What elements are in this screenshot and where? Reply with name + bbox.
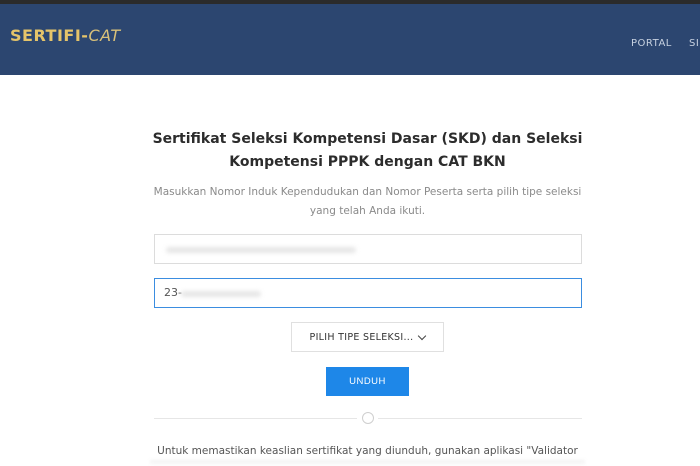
navbar: SERTIFI-CAT PORTAL SI	[0, 4, 700, 75]
nik-redacted-value	[166, 247, 356, 253]
nomor-peserta-input[interactable]: 23-	[154, 278, 582, 308]
logo-text-left: SERTIFI-	[10, 26, 89, 45]
chevron-down-icon	[418, 331, 427, 340]
peserta-redacted-value	[181, 291, 261, 297]
page-subtitle: Masukkan Nomor Induk Kependudukan dan No…	[153, 186, 582, 217]
tipe-seleksi-label: PILIH TIPE SELEKSI...	[309, 331, 414, 343]
divider-circle-icon	[362, 412, 374, 424]
validator-info-text: Untuk memastikan keaslian sertifikat yan…	[157, 445, 578, 457]
nav-link-portal[interactable]: PORTAL	[631, 38, 672, 49]
nav-link-sim[interactable]: SI	[689, 38, 699, 49]
divider-left	[154, 418, 357, 419]
logo-text-right: CAT	[88, 26, 121, 45]
divider-right	[378, 418, 582, 419]
unduh-button[interactable]: UNDUH	[326, 367, 409, 396]
nomor-peserta-value: 23-	[164, 286, 182, 299]
page-title: Sertifikat Seleksi Kompetensi Dasar (SKD…	[152, 131, 583, 170]
tipe-seleksi-select[interactable]: PILIH TIPE SELEKSI...	[291, 322, 444, 352]
footer-text-continuation	[150, 460, 585, 466]
nik-input[interactable]	[154, 234, 582, 264]
site-logo[interactable]: SERTIFI-CAT	[10, 26, 121, 45]
